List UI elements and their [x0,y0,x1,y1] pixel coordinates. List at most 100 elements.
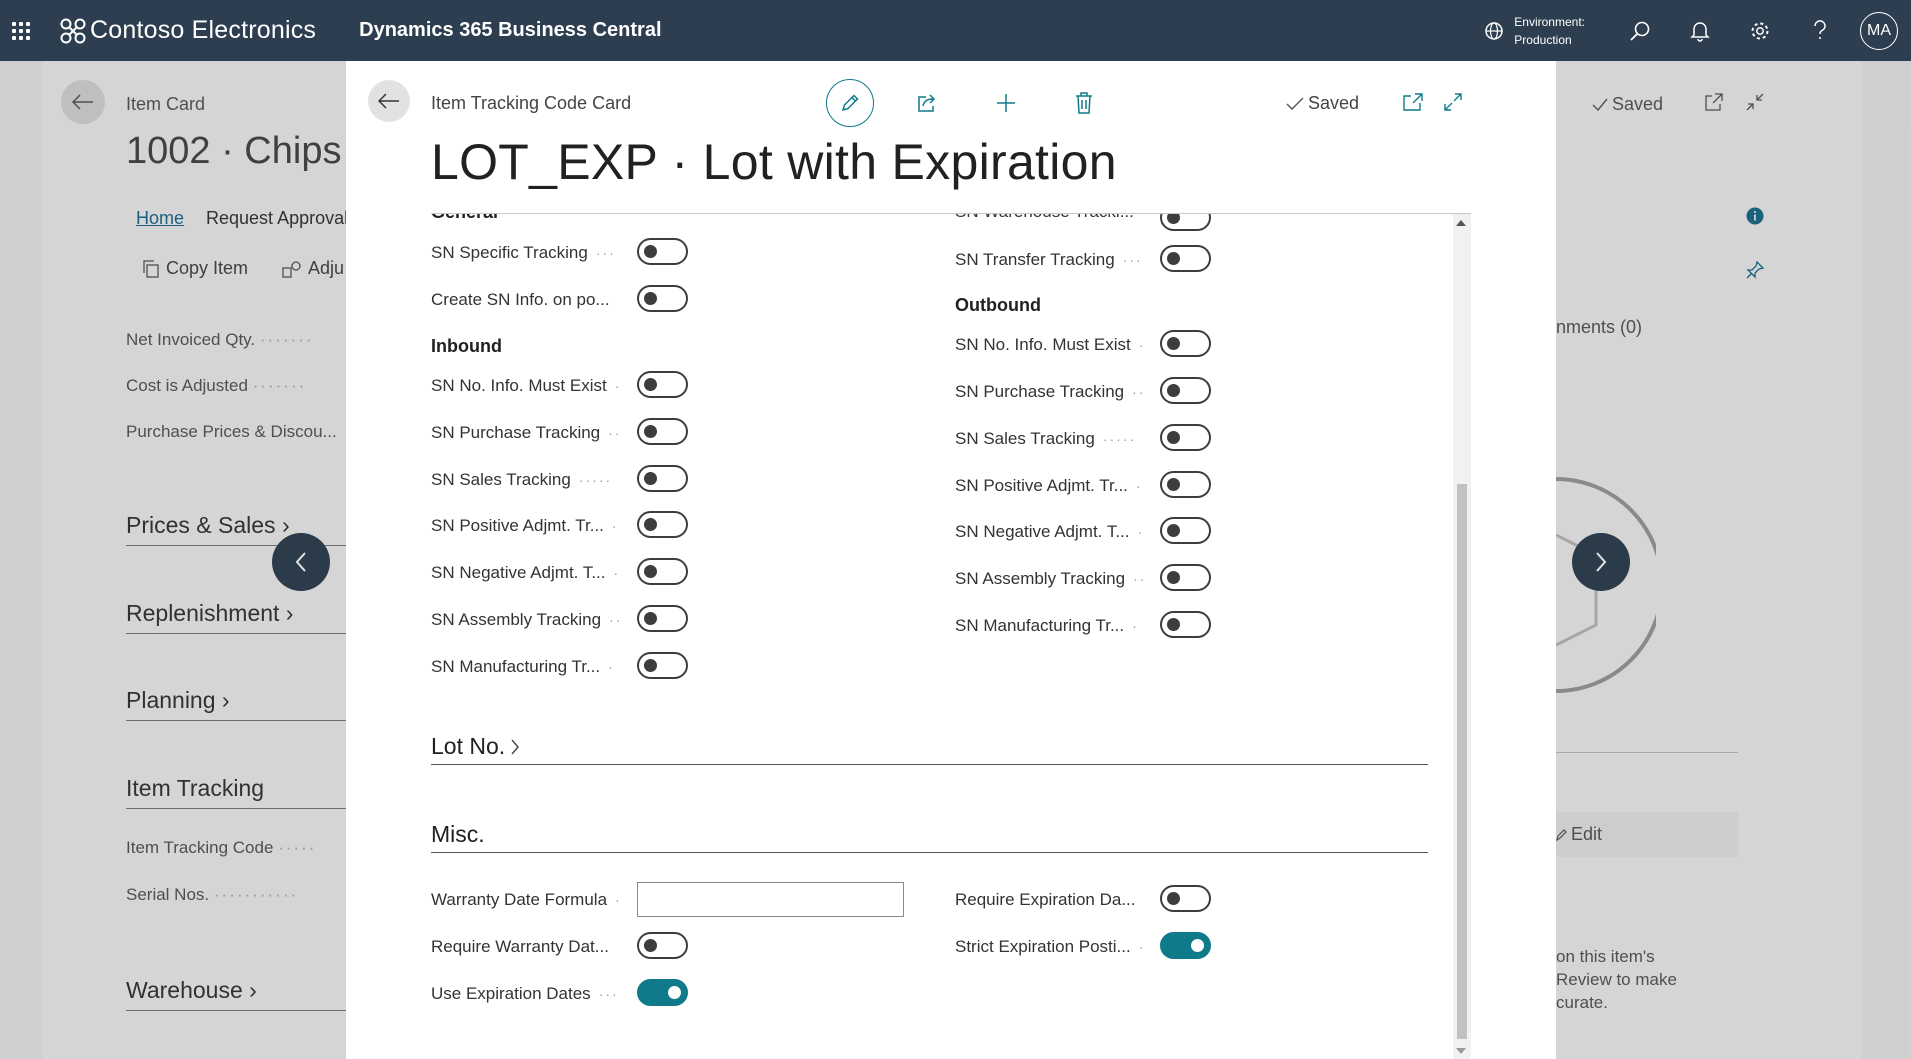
outbound-sn-positive-adjmt-toggle[interactable] [1160,471,1211,498]
item-tracking-section[interactable]: Item Tracking [126,775,346,809]
scroll-down-icon[interactable] [1456,1048,1466,1054]
sn-specific-tracking-row: SN Specific Tracking ··· [431,243,616,262]
edit-picture-button[interactable]: Edit [1555,824,1602,845]
require-warranty-date-toggle[interactable] [637,932,688,959]
inbound-sn-purchase-tracking-row: SN Purchase Tracking ·· [431,423,622,442]
outbound-sn-no-info-must-exist-row: SN No. Info. Must Exist · [955,335,1146,354]
strict-expiration-posting-label: Strict Expiration Posti... [955,937,1131,956]
outbound-sn-positive-adjmt-label: SN Positive Adjmt. Tr... [955,476,1128,495]
arrow-left-icon [72,94,93,110]
open-new-window-button[interactable] [1398,87,1428,117]
item-card-saved-status: Saved [1592,94,1663,115]
edit-button[interactable] [811,79,889,127]
tab-request-approval[interactable]: Request Approval [206,208,348,229]
require-warranty-date-label: Require Warranty Dat... [431,937,609,956]
outbound-sn-negative-adjmt-toggle[interactable] [1160,517,1211,544]
outbound-sn-purchase-tracking-toggle[interactable] [1160,377,1211,404]
inbound-sn-no-info-must-exist-toggle[interactable] [637,371,688,398]
inbound-sn-no-info-must-exist-row: SN No. Info. Must Exist · [431,376,622,395]
dialog-scrollbar[interactable] [1453,214,1471,1059]
misc-section-header[interactable]: Misc. [431,821,1428,853]
lot-no-section-header[interactable]: Lot No. [431,733,1428,765]
inbound-sn-assembly-tracking-label: SN Assembly Tracking [431,610,602,629]
pin-icon[interactable] [1745,260,1765,285]
warranty-date-formula-input[interactable] [637,882,904,917]
outbound-sn-sales-tracking-label: SN Sales Tracking [955,429,1095,448]
plus-icon [997,94,1015,112]
outbound-sn-purchase-tracking-label: SN Purchase Tracking [955,382,1125,401]
comments-link[interactable]: nments (0) [1556,317,1642,338]
planning-section[interactable]: Planning › [126,687,346,721]
item-tracking-code-dialog: Item Tracking Code Card LOT_EXP · Lot wi… [346,61,1556,1059]
outbound-sn-negative-adjmt-row: SN Negative Adjmt. T... · [955,522,1145,541]
use-expiration-dates-row: Use Expiration Dates ··· [431,984,619,1003]
outbound-sn-no-info-must-exist-label: SN No. Info. Must Exist [955,335,1131,354]
inbound-sn-positive-adjmt-row: SN Positive Adjmt. Tr... · [431,516,619,535]
create-sn-info-label: Create SN Info. on po... [431,290,610,309]
purchase-prices-label: Purchase Prices & Discou... [126,422,337,441]
strict-expiration-posting-toggle[interactable] [1160,932,1211,959]
use-expiration-dates-toggle[interactable] [637,979,688,1006]
delete-button[interactable] [1045,79,1123,127]
replenishment-section[interactable]: Replenishment › [126,600,346,634]
inbound-sn-sales-tracking-toggle[interactable] [637,465,688,492]
share-button[interactable] [889,79,967,127]
scroll-up-icon[interactable] [1456,220,1466,226]
tab-home[interactable]: Home [136,208,184,229]
new-button[interactable] [967,79,1045,127]
outbound-sn-purchase-tracking-row: SN Purchase Tracking ·· [955,382,1146,401]
warranty-date-formula-label: Warranty Date Formula [431,890,608,909]
checkmark-icon [1286,97,1304,110]
inbound-sn-positive-adjmt-label: SN Positive Adjmt. Tr... [431,516,604,535]
create-sn-info-row: Create SN Info. on po... [431,285,610,315]
strict-expiration-posting-row: Strict Expiration Posti... · [955,937,1146,956]
inbound-sn-assembly-tracking-toggle[interactable] [637,605,688,632]
inbound-sn-assembly-tracking-row: SN Assembly Tracking ·· [431,610,623,629]
net-invoiced-qty-label: Net Invoiced Qty. ······· [126,330,314,349]
inbound-sn-manufacturing-tracking-toggle[interactable] [637,652,688,679]
serial-nos-label: Serial Nos. ··········· [126,885,299,904]
sn-transfer-tracking-label: SN Transfer Tracking [955,250,1115,269]
inbound-sn-positive-adjmt-toggle[interactable] [637,511,688,538]
require-expiration-date-toggle[interactable] [1160,885,1211,912]
scrollbar-thumb[interactable] [1457,484,1467,1039]
create-sn-info-toggle[interactable] [637,285,688,312]
lot-no-section-label: Lot No. [431,733,506,759]
item-card-open-new-window-button[interactable] [1704,92,1724,117]
warranty-date-formula-row: Warranty Date Formula · [431,890,622,909]
inbound-sn-purchase-tracking-label: SN Purchase Tracking [431,423,601,442]
expand-icon [1444,93,1462,111]
outbound-sn-positive-adjmt-row: SN Positive Adjmt. Tr... · [955,476,1143,495]
next-record-button[interactable] [1572,533,1630,591]
inbound-sn-negative-adjmt-row: SN Negative Adjmt. T... · [431,563,621,582]
inbound-sn-manufacturing-tracking-label: SN Manufacturing Tr... [431,657,601,676]
sn-warehouse-tracking-toggle[interactable] [1160,214,1211,231]
chevron-right-icon [511,739,520,754]
inbound-sn-sales-tracking-label: SN Sales Tracking [431,470,571,489]
dialog-back-button[interactable] [368,80,410,122]
inbound-sn-purchase-tracking-toggle[interactable] [637,418,688,445]
inbound-sn-negative-adjmt-toggle[interactable] [637,558,688,585]
item-card-breadcrumb: Item Card [126,94,206,114]
item-card-collapse-button[interactable] [1745,92,1765,117]
inbound-sn-negative-adjmt-label: SN Negative Adjmt. T... [431,563,606,582]
outbound-sn-assembly-tracking-toggle[interactable] [1160,564,1211,591]
sn-transfer-tracking-toggle[interactable] [1160,245,1211,272]
sn-specific-tracking-toggle[interactable] [637,238,688,265]
sn-specific-tracking-label: SN Specific Tracking [431,243,588,262]
previous-record-button[interactable] [272,533,330,591]
divider [1556,752,1738,753]
general-group-header: General [431,214,498,223]
outbound-sn-sales-tracking-toggle[interactable] [1160,424,1211,451]
outbound-sn-manufacturing-tracking-row: SN Manufacturing Tr... · [955,616,1139,635]
misc-section-label: Misc. [431,821,485,847]
outbound-sn-no-info-must-exist-toggle[interactable] [1160,330,1211,357]
adjust-action[interactable]: Adju [282,258,344,279]
warehouse-section[interactable]: Warehouse › [126,977,346,1011]
info-icon[interactable] [1746,207,1764,230]
outbound-sn-manufacturing-tracking-toggle[interactable] [1160,611,1211,638]
pencil-icon [1556,828,1567,841]
expand-button[interactable] [1438,87,1468,117]
item-card-back-button[interactable] [61,80,105,124]
copy-item-action[interactable]: Copy Item [142,258,248,279]
